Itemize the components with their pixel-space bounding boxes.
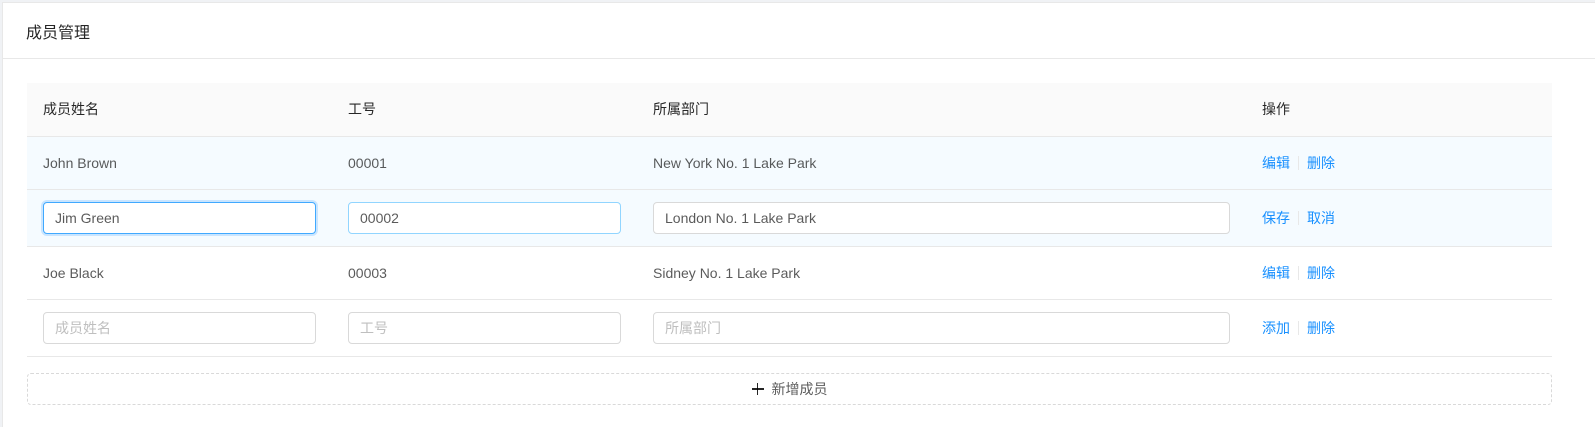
- cell-id: 00001: [332, 136, 637, 190]
- card-title: 成员管理: [26, 24, 91, 42]
- table-header-row: 成员姓名 工号 所属部门 操作: [27, 83, 1552, 137]
- cancel-link[interactable]: 取消: [1307, 208, 1335, 228]
- column-header-name: 成员姓名: [27, 83, 332, 137]
- table-row-editing: 保存 取消: [27, 189, 1552, 247]
- action-divider: [1298, 210, 1299, 225]
- member-management-card: 成员管理 成员姓名 工号 所属部门 操作 John Brown 00001 Ne…: [2, 2, 1595, 427]
- row-actions: 编辑 删除: [1262, 153, 1536, 173]
- cell-id: [332, 189, 637, 247]
- cell-actions: 保存 取消: [1246, 189, 1552, 247]
- cell-department: [637, 189, 1246, 247]
- cell-name: [27, 299, 332, 357]
- add-link[interactable]: 添加: [1262, 318, 1290, 338]
- cell-name: Joe Black: [27, 246, 332, 300]
- cell-department: [637, 299, 1246, 357]
- column-header-actions: 操作: [1246, 83, 1552, 137]
- table-row-new: 添加 删除: [27, 299, 1552, 357]
- delete-link[interactable]: 删除: [1307, 318, 1335, 338]
- new-department-input[interactable]: [653, 311, 1230, 344]
- edit-link[interactable]: 编辑: [1262, 153, 1290, 173]
- column-header-id: 工号: [332, 83, 637, 137]
- delete-link[interactable]: 删除: [1307, 153, 1335, 173]
- action-divider: [1298, 155, 1299, 170]
- table-row: Joe Black 00003 Sidney No. 1 Lake Park 编…: [27, 246, 1552, 300]
- cell-id: 00003: [332, 246, 637, 300]
- cell-actions: 编辑 删除: [1246, 246, 1552, 300]
- card-body: 成员姓名 工号 所属部门 操作 John Brown 00001 New Yor…: [27, 83, 1552, 357]
- add-member-label: 新增成员: [771, 381, 828, 397]
- edit-link[interactable]: 编辑: [1262, 263, 1290, 283]
- department-input[interactable]: [653, 201, 1230, 234]
- cell-name: [27, 189, 332, 247]
- cell-actions: 编辑 删除: [1246, 136, 1552, 190]
- cell-name: John Brown: [27, 136, 332, 190]
- id-input[interactable]: [348, 201, 621, 234]
- name-input[interactable]: [43, 201, 316, 234]
- new-name-input[interactable]: [43, 311, 316, 344]
- new-id-input[interactable]: [348, 311, 621, 344]
- card-header: 成员管理: [3, 3, 1595, 59]
- add-member-button[interactable]: 新增成员: [27, 373, 1552, 405]
- action-divider: [1298, 265, 1299, 280]
- row-actions: 编辑 删除: [1262, 263, 1536, 283]
- column-header-department: 所属部门: [637, 83, 1246, 137]
- member-table: 成员姓名 工号 所属部门 操作 John Brown 00001 New Yor…: [27, 83, 1552, 357]
- delete-link[interactable]: 删除: [1307, 263, 1335, 283]
- cell-id: [332, 299, 637, 357]
- action-divider: [1298, 320, 1299, 335]
- plus-icon: [751, 383, 764, 395]
- cell-actions: 添加 删除: [1246, 299, 1552, 357]
- cell-department: New York No. 1 Lake Park: [637, 136, 1246, 190]
- row-actions: 保存 取消: [1262, 208, 1536, 228]
- cell-department: Sidney No. 1 Lake Park: [637, 246, 1246, 300]
- table-row: John Brown 00001 New York No. 1 Lake Par…: [27, 136, 1552, 190]
- save-link[interactable]: 保存: [1262, 208, 1290, 228]
- row-actions: 添加 删除: [1262, 318, 1536, 338]
